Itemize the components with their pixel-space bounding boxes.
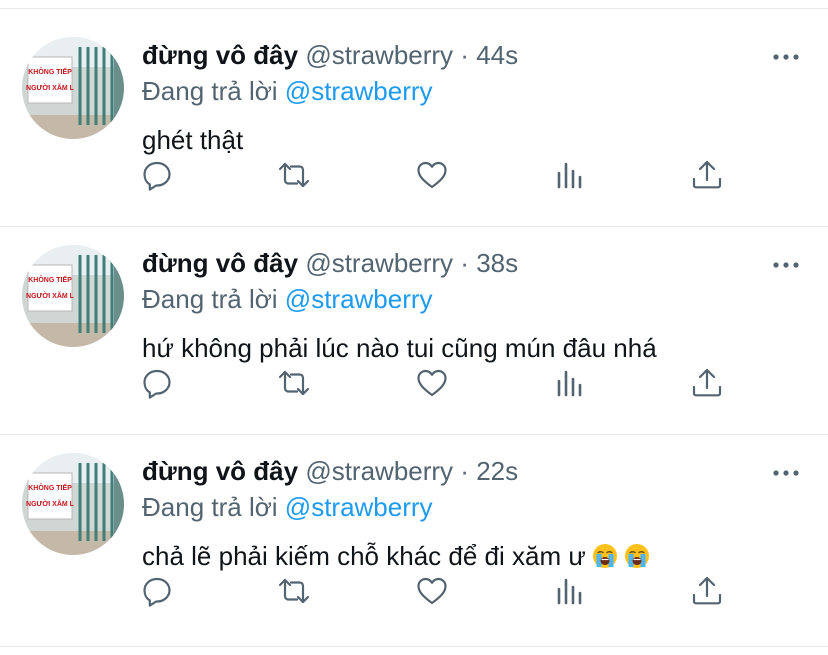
share-icon[interactable] — [689, 573, 725, 609]
tweet-text: hứ không phải lúc nào tui cũng mún đâu n… — [142, 333, 657, 363]
handle[interactable]: @strawberry — [305, 248, 453, 278]
tweet-header: đừng vô đây @strawberry · 22s — [142, 455, 518, 487]
share-icon[interactable] — [689, 365, 725, 401]
reply-icon[interactable] — [139, 157, 175, 193]
replying-to: Đang trả lời @strawberry — [142, 283, 433, 315]
separator-dot: · — [460, 248, 469, 278]
avatar[interactable]: KHÔNG TIẾP NGƯỜI XĂM L — [22, 453, 124, 555]
like-icon[interactable] — [414, 157, 450, 193]
avatar-sign-line-2: NGƯỜI XĂM L — [26, 83, 75, 92]
retweet-icon[interactable] — [276, 365, 312, 401]
replying-to-mention[interactable]: @strawberry — [285, 492, 433, 522]
tweet-text-container: chả lẽ phải kiếm chỗ khác để đi xăm ư — [142, 539, 650, 573]
timestamp[interactable]: 22s — [476, 456, 518, 486]
avatar[interactable]: KHÔNG TIẾP NGƯỜI XĂM L — [22, 245, 124, 347]
reply-icon[interactable] — [139, 573, 175, 609]
display-name[interactable]: đừng vô đây — [142, 248, 298, 278]
analytics-icon[interactable] — [552, 573, 588, 609]
display-name[interactable]: đừng vô đây — [142, 40, 298, 70]
like-icon[interactable] — [414, 573, 450, 609]
retweet-icon[interactable] — [276, 157, 312, 193]
replying-to-mention[interactable]: @strawberry — [285, 284, 433, 314]
replying-to: Đang trả lời @strawberry — [142, 491, 433, 523]
loudly-crying-face-emoji — [624, 543, 650, 569]
loudly-crying-face-emoji — [592, 543, 618, 569]
tweet[interactable]: KHÔNG TIẾP NGƯỜI XĂM L đừng vô đây @stra… — [0, 217, 828, 425]
tweet-header: đừng vô đây @strawberry · 38s — [142, 247, 518, 279]
analytics-icon[interactable] — [552, 157, 588, 193]
handle[interactable]: @strawberry — [305, 40, 453, 70]
tweet[interactable]: KHÔNG TIẾP NGƯỜI XĂM L đừng vô đây @stra… — [0, 425, 828, 633]
separator-dot: · — [460, 456, 469, 486]
replying-to: Đang trả lời @strawberry — [142, 75, 433, 107]
more-icon[interactable] — [768, 47, 804, 67]
handle[interactable]: @strawberry — [305, 456, 453, 486]
timestamp[interactable]: 38s — [476, 248, 518, 278]
retweet-icon[interactable] — [276, 573, 312, 609]
replying-to-mention[interactable]: @strawberry — [285, 76, 433, 106]
tweet-text: chả lẽ phải kiếm chỗ khác để đi xăm ư — [142, 541, 586, 571]
replying-to-label: Đang trả lời — [142, 284, 278, 314]
timestamp[interactable]: 44s — [476, 40, 518, 70]
avatar-sign-line-2: NGƯỜI XĂM L — [26, 499, 75, 508]
replying-to-label: Đang trả lời — [142, 76, 278, 106]
avatar-sign-line-2: NGƯỜI XĂM L — [26, 291, 75, 300]
display-name[interactable]: đừng vô đây — [142, 456, 298, 486]
tweet-text: ghét thật — [142, 125, 244, 155]
tweet[interactable]: KHÔNG TIẾP NGƯỜI XĂM L đừng vô đây @stra… — [0, 9, 828, 217]
bottom-divider — [0, 646, 828, 647]
avatar[interactable]: KHÔNG TIẾP NGƯỜI XĂM L — [22, 37, 124, 139]
more-icon[interactable] — [768, 463, 804, 483]
more-icon[interactable] — [768, 255, 804, 275]
replying-to-label: Đang trả lời — [142, 492, 278, 522]
analytics-icon[interactable] — [552, 365, 588, 401]
share-icon[interactable] — [689, 157, 725, 193]
separator-dot: · — [460, 40, 469, 70]
reply-icon[interactable] — [139, 365, 175, 401]
like-icon[interactable] — [414, 365, 450, 401]
tweet-header: đừng vô đây @strawberry · 44s — [142, 39, 518, 71]
